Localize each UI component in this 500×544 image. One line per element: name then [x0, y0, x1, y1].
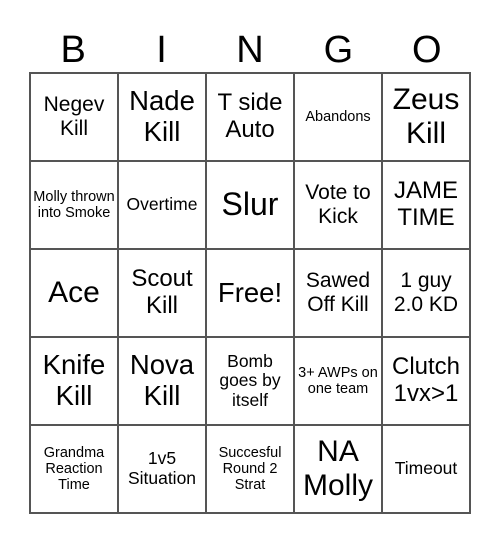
bingo-cell[interactable]: Bomb goes by itself [206, 337, 294, 425]
bingo-cell[interactable]: Clutch 1vx>1 [382, 337, 470, 425]
bingo-cell[interactable]: Zeus Kill [382, 73, 470, 161]
header-letter-i: I [156, 29, 167, 71]
header-letter-n: N [236, 29, 264, 71]
bingo-cell[interactable]: NA Molly [294, 425, 382, 513]
bingo-cell[interactable]: Grandma Reaction Time [30, 425, 118, 513]
bingo-cell[interactable]: Ace [30, 249, 118, 337]
bingo-board: Negev Kill Nade Kill T side Auto Abandon… [29, 72, 471, 514]
bingo-cell[interactable]: Nade Kill [118, 73, 206, 161]
bingo-cell[interactable]: Scout Kill [118, 249, 206, 337]
header-letter-o: O [411, 29, 442, 71]
bingo-cell[interactable]: Knife Kill [30, 337, 118, 425]
bingo-cell[interactable]: Sawed Off Kill [294, 249, 382, 337]
bingo-cell[interactable]: Slur [206, 161, 294, 249]
bingo-header: B I N G O [29, 28, 471, 72]
bingo-cell[interactable]: T side Auto [206, 73, 294, 161]
bingo-cell[interactable]: JAME TIME [382, 161, 470, 249]
header-letter-b: B [60, 29, 86, 71]
bingo-cell[interactable]: Timeout [382, 425, 470, 513]
bingo-cell[interactable]: 3+ AWPs on one team [294, 337, 382, 425]
bingo-cell[interactable]: Negev Kill [30, 73, 118, 161]
bingo-cell[interactable]: Nova Kill [118, 337, 206, 425]
bingo-cell[interactable]: 1 guy 2.0 KD [382, 249, 470, 337]
bingo-cell[interactable]: Succesful Round 2 Strat [206, 425, 294, 513]
free-space-cell[interactable]: Free! [206, 249, 294, 337]
bingo-cell[interactable]: Molly thrown into Smoke [30, 161, 118, 249]
bingo-cell[interactable]: 1v5 Situation [118, 425, 206, 513]
bingo-cell[interactable]: Vote to Kick [294, 161, 382, 249]
bingo-cell[interactable]: Overtime [118, 161, 206, 249]
bingo-cell[interactable]: Abandons [294, 73, 382, 161]
header-letter-g: G [323, 29, 354, 71]
